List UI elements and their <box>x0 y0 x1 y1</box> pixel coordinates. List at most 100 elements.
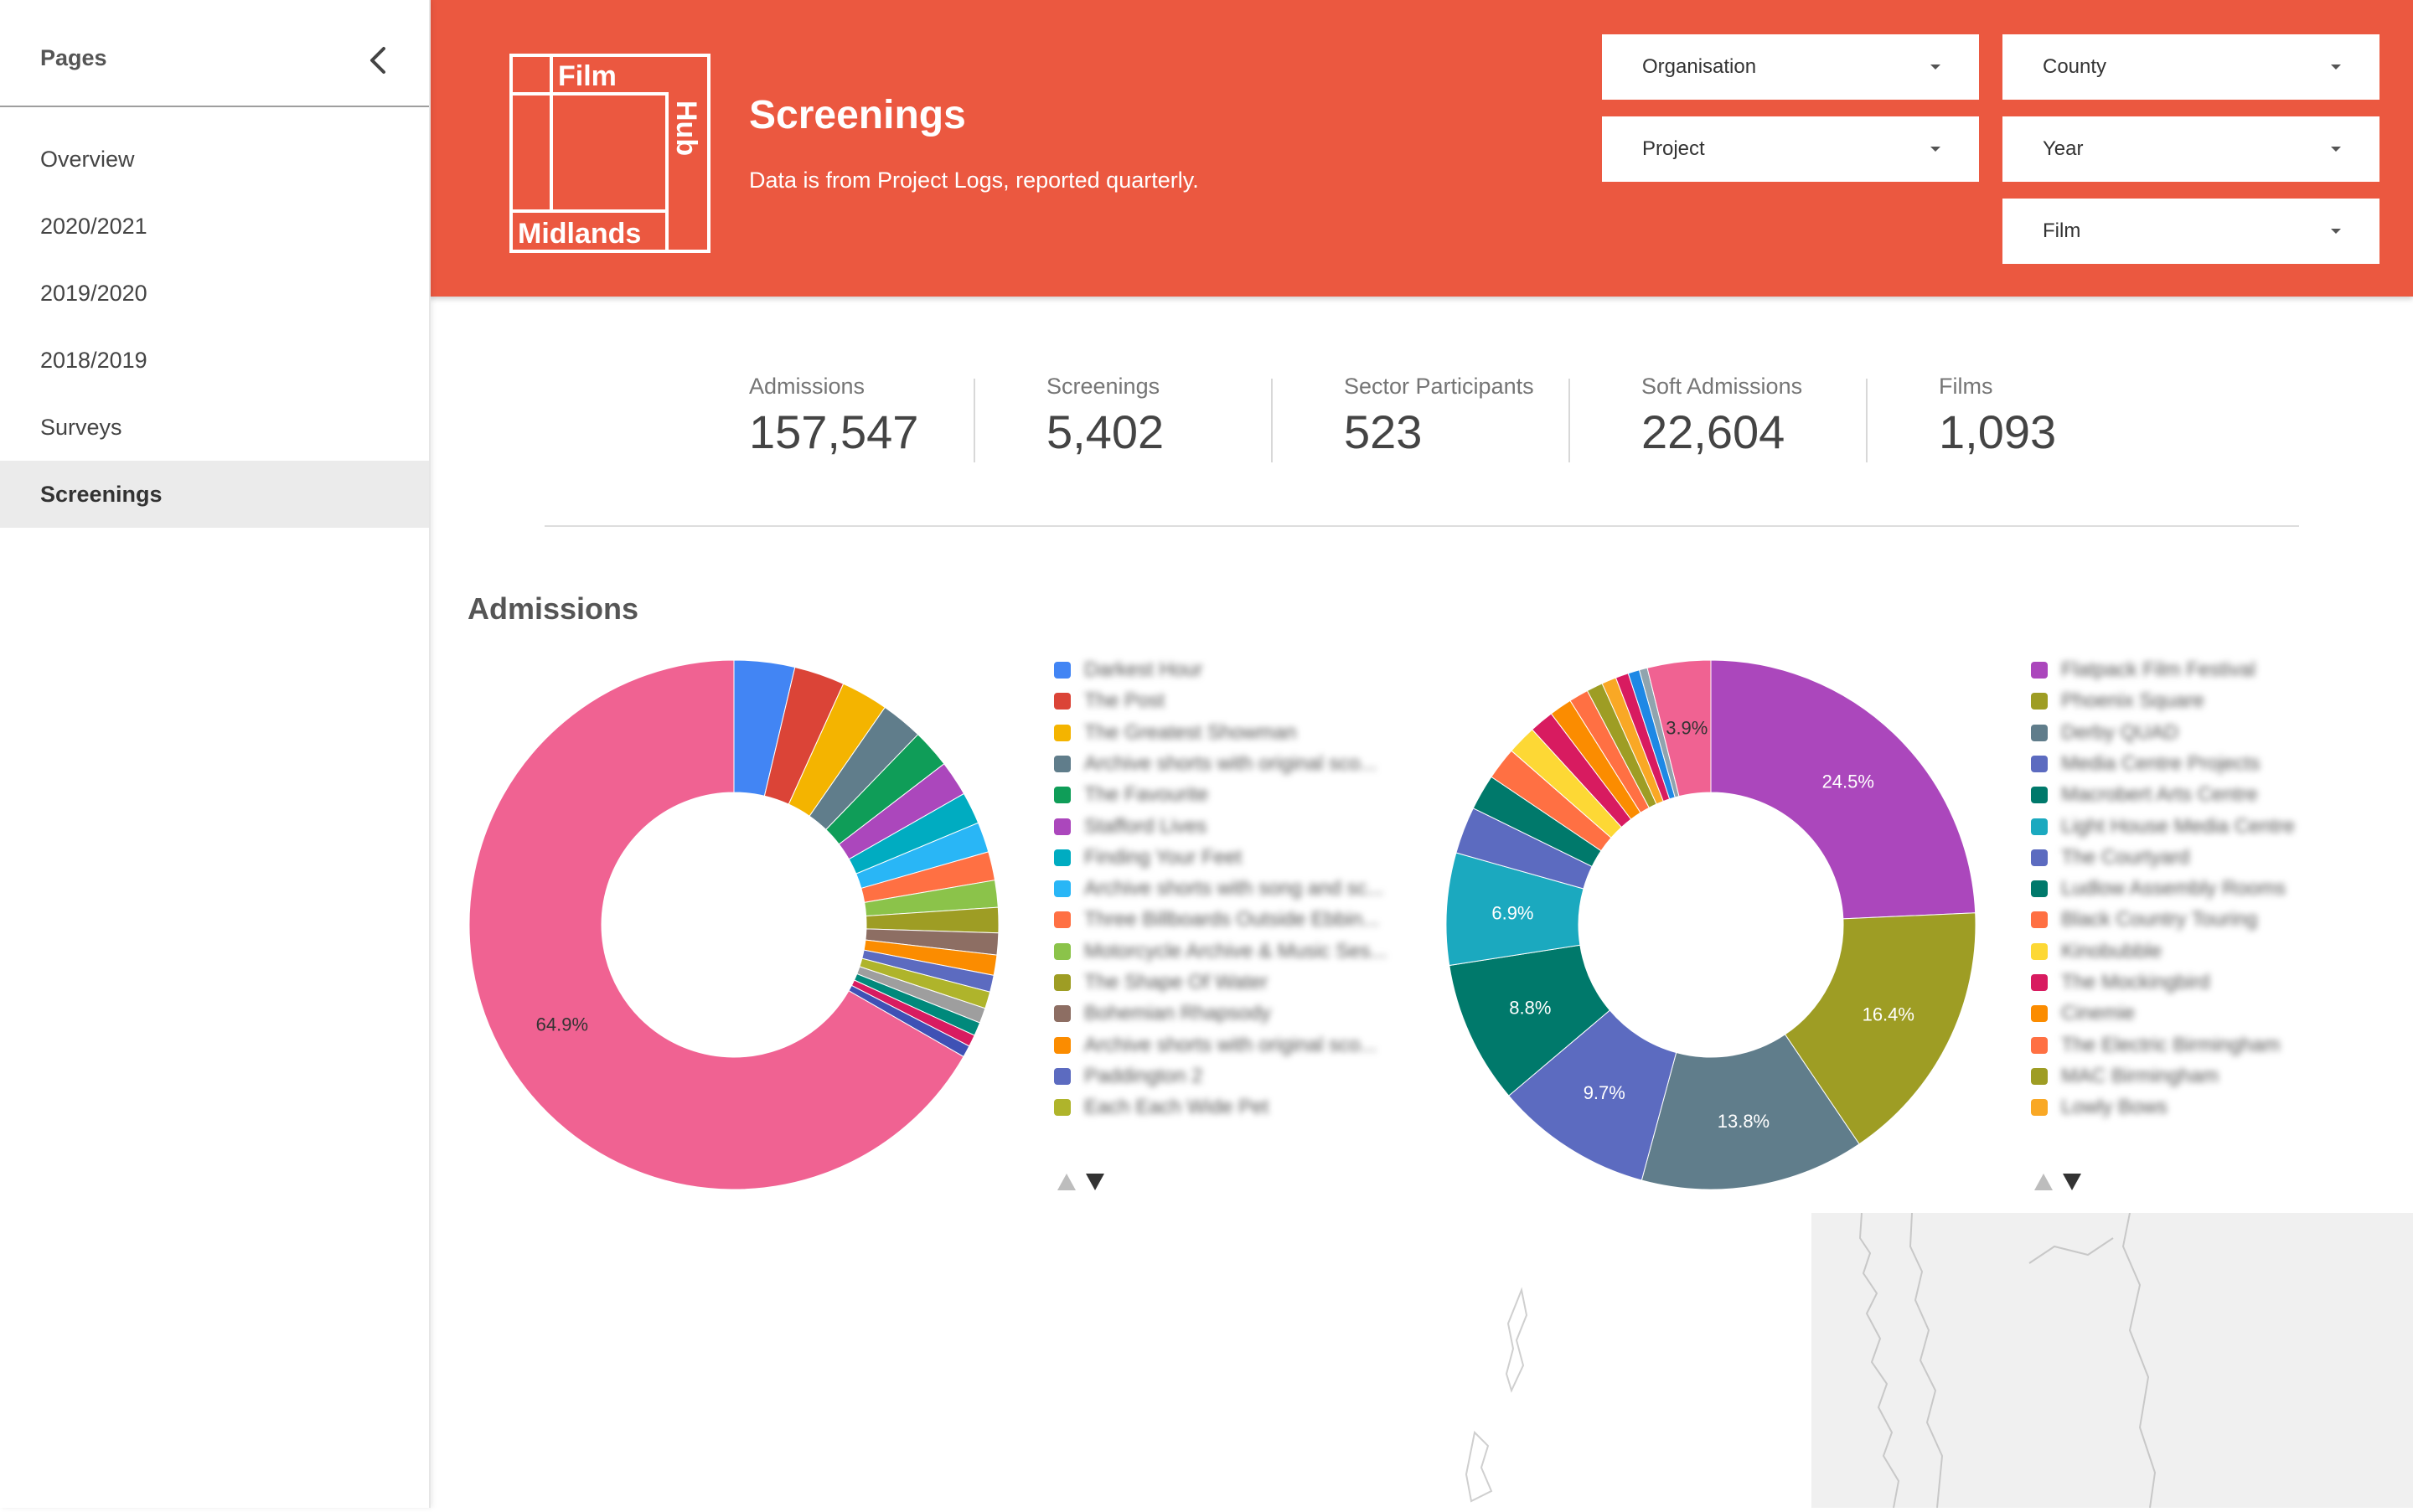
dropdown-arrow-icon <box>1930 147 1940 152</box>
legend-item[interactable]: Archive shorts with original sco... <box>1054 751 1423 777</box>
legend-swatch <box>1054 818 1071 835</box>
chevron-left-icon <box>370 47 385 74</box>
legend-label: Derby QUAD <box>2061 720 2179 744</box>
legend-item[interactable]: Media Centre Projects <box>2031 751 2400 777</box>
legend-label: Light House Media Centre <box>2061 814 2295 838</box>
legend-item[interactable]: Archive shorts with original sco... <box>1054 1033 1423 1058</box>
legend-swatch <box>2031 662 2048 679</box>
legend-item[interactable]: MAC Birmingham <box>2031 1064 2400 1089</box>
section-title-admissions: Admissions <box>468 591 639 626</box>
logo-word-hub: Hub <box>670 101 702 156</box>
kpi-label: Films <box>1939 374 1993 399</box>
report-subtitle: Data is from Project Logs, reported quar… <box>749 168 1199 193</box>
legend-item[interactable]: Stafford Lives <box>1054 814 1423 839</box>
organisation-filter[interactable]: Organisation <box>1602 34 1979 100</box>
legend-item[interactable]: The Courtyard <box>2031 845 2400 870</box>
nav-item-2020-2021[interactable]: 2020/2021 <box>0 193 429 260</box>
legend-item[interactable]: Finding Your Feet <box>1054 845 1423 870</box>
slice-data-label: 13.8% <box>1718 1111 1770 1132</box>
legend-item[interactable]: Black Country Touring <box>2031 907 2400 932</box>
legend-page-down-button[interactable] <box>2063 1174 2081 1190</box>
collapse-sidebar-button[interactable] <box>355 40 402 80</box>
county-filter-label: County <box>2043 55 2107 78</box>
admissions-by-organisation-legend: Flatpack Film Festival Phoenix Square Derb… <box>2031 658 2400 1127</box>
organisation-filter-label: Organisation <box>1642 55 1757 78</box>
legend-swatch <box>2031 1005 2048 1023</box>
dropdown-arrow-icon <box>2331 65 2341 70</box>
legend-page-up-button[interactable] <box>1057 1174 1076 1190</box>
year-filter[interactable]: Year <box>2002 116 2379 182</box>
film-hub-midlands-logo: Film Hub Midlands <box>509 54 710 253</box>
nav-item-2019-2020[interactable]: 2019/2020 <box>0 260 429 327</box>
legend-swatch <box>2031 818 2048 835</box>
project-filter-label: Project <box>1642 137 1705 160</box>
legend-item[interactable]: Each Each Wide Pet <box>1054 1095 1423 1120</box>
legend-swatch <box>1054 942 1071 960</box>
year-filter-label: Year <box>2043 137 2084 160</box>
film-filter[interactable]: Film <box>2002 199 2379 264</box>
kpi-value: 1,093 <box>1939 405 2057 458</box>
kpi-label: Soft Admissions <box>1641 374 1803 399</box>
map-islands <box>1465 1287 1528 1503</box>
legend-label: MAC Birmingham <box>2061 1064 2219 1087</box>
legend-swatch <box>1054 880 1071 898</box>
legend-item[interactable]: The Shape Of Water <box>1054 970 1423 995</box>
kpi-label: Screenings <box>1046 374 1160 399</box>
legend-swatch <box>1054 662 1071 679</box>
legend-label: Archive shorts with original sco... <box>1084 1033 1377 1056</box>
county-filter[interactable]: County <box>2002 34 2379 100</box>
legend-item[interactable]: Darkest Hour <box>1054 658 1423 683</box>
kpi-value: 523 <box>1344 405 1423 458</box>
map-background <box>1811 1212 2413 1509</box>
legend-item[interactable]: Phoenix Square <box>2031 689 2400 714</box>
legend-swatch <box>2031 724 2048 741</box>
nav-item-overview[interactable]: Overview <box>0 126 429 193</box>
legend-item[interactable]: Paddington 2 <box>1054 1064 1423 1089</box>
legend-item[interactable]: Lowly Bows <box>2031 1095 2400 1120</box>
legend-item[interactable]: Ludlow Assembly Rooms <box>2031 876 2400 901</box>
nav-item-screenings[interactable]: Screenings <box>0 461 429 528</box>
kpi-soft-admissions: Soft Admissions 22,604 <box>1641 374 1893 466</box>
legend-item[interactable]: The Post <box>1054 689 1423 714</box>
logo-word-film: Film <box>558 60 617 92</box>
legend-swatch <box>2031 755 2048 772</box>
kpi-value: 22,604 <box>1641 405 1785 458</box>
kpi-label: Sector Participants <box>1344 374 1534 399</box>
legend-label: Ludlow Assembly Rooms <box>2061 877 2286 900</box>
legend-item[interactable]: Macrobert Arts Centre <box>2031 782 2400 808</box>
legend-label: Flatpack Film Festival <box>2061 658 2256 681</box>
legend-item[interactable]: Motorcycle Archive & Music Ses... <box>1054 939 1423 964</box>
legend-label: The Shape Of Water <box>1084 971 1269 993</box>
sidebar: Pages Overview 2020/2021 2019/2020 2018/… <box>0 0 431 1508</box>
nav-item-surveys[interactable]: Surveys <box>0 394 429 461</box>
legend-swatch <box>2031 787 2048 804</box>
legend-item[interactable]: The Electric Birmingham <box>2031 1033 2400 1058</box>
legend-item[interactable]: The Greatest Showman <box>1054 720 1423 746</box>
report-header: Film Hub Midlands Screenings Data is fro… <box>429 0 2413 297</box>
legend-swatch <box>2031 942 2048 960</box>
legend-swatch <box>1054 787 1071 804</box>
slice-data-label: 3.9% <box>1666 718 1708 739</box>
legend-item[interactable]: Three Billboards Outside Ebbin... <box>1054 907 1423 932</box>
legend-item[interactable]: Flatpack Film Festival <box>2031 658 2400 683</box>
legend-item[interactable]: Kinobubble <box>2031 939 2400 964</box>
legend-item[interactable]: Cinemie <box>2031 1001 2400 1026</box>
kpi-divider <box>1568 379 1570 462</box>
kpi-sector-participants: Sector Participants 523 <box>1344 374 1595 466</box>
legend-page-up-button[interactable] <box>2034 1174 2053 1190</box>
legend-item[interactable]: Derby QUAD <box>2031 720 2400 746</box>
project-filter[interactable]: Project <box>1602 116 1979 182</box>
legend-item[interactable]: The Favourite <box>1054 782 1423 808</box>
sidebar-header: Pages <box>0 0 429 107</box>
legend-item[interactable]: Light House Media Centre <box>2031 814 2400 839</box>
nav-item-2018-2019[interactable]: 2018/2019 <box>0 327 429 394</box>
legend-page-down-button[interactable] <box>1086 1174 1104 1190</box>
slice-data-label: 24.5% <box>1822 771 1874 792</box>
dropdown-arrow-icon <box>1930 65 1940 70</box>
legend-label: Each Each Wide Pet <box>1084 1096 1269 1119</box>
legend-item[interactable]: The Mockingbird <box>2031 970 2400 995</box>
legend-swatch <box>2031 911 2048 929</box>
legend-label: Three Billboards Outside Ebbin... <box>1084 908 1380 931</box>
legend-item[interactable]: Bohemian Rhapsody <box>1054 1001 1423 1026</box>
legend-item[interactable]: Archive shorts with song and sc... <box>1054 876 1423 901</box>
